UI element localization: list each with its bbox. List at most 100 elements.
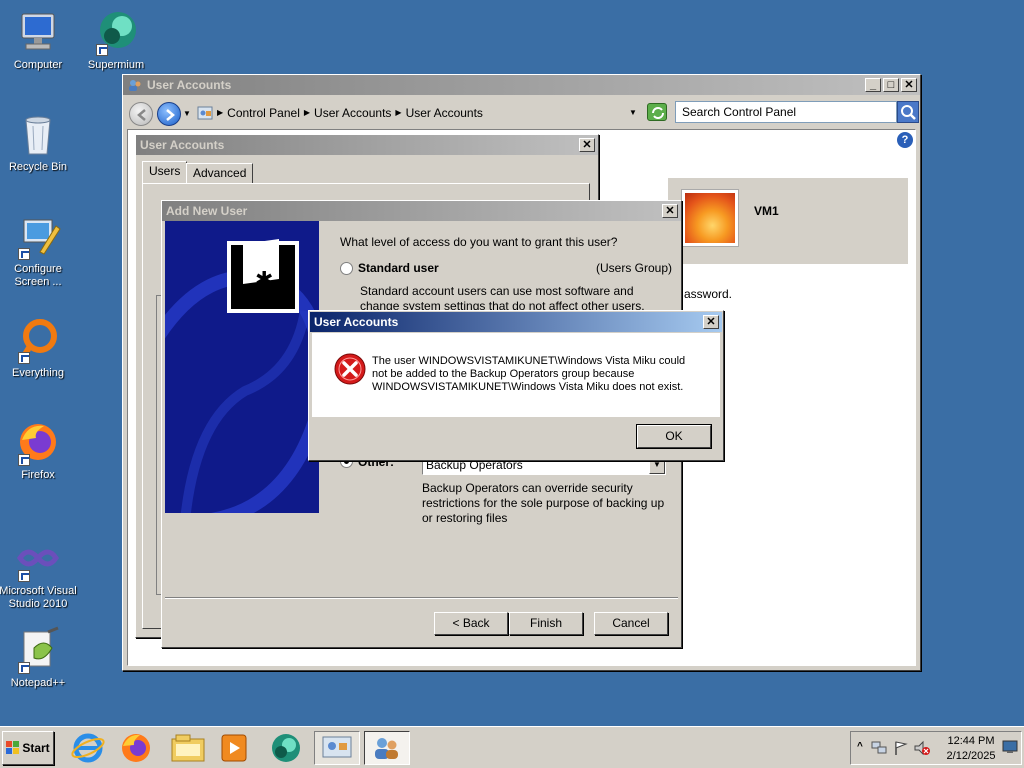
ok-button[interactable]: OK	[636, 424, 712, 449]
other-description: Backup Operators can override security r…	[422, 481, 665, 525]
supermium-icon	[92, 8, 140, 56]
taskbar: Start ^ 12:44 PM 2/12/2025	[0, 726, 1024, 768]
address-dropdown-icon[interactable]: ▼	[629, 108, 637, 117]
wizard-titlebar[interactable]: Add New User ✕	[162, 201, 681, 221]
desktop-icon-label: Microsoft Visual Studio 2010	[0, 585, 77, 610]
account-picture	[682, 190, 738, 246]
error-dialog: User Accounts ✕ The user WINDOWSVISTAMIK…	[308, 310, 724, 461]
notepadpp-icon	[14, 626, 62, 674]
desktop-icon-recycle-bin[interactable]: Recycle Bin	[0, 110, 78, 174]
breadcrumb-item[interactable]: User Accounts	[406, 103, 483, 123]
control-panel-icon	[197, 105, 213, 121]
taskbar-supermium[interactable]	[266, 731, 306, 765]
history-dropdown-icon[interactable]: ▼	[183, 109, 191, 118]
search-icon	[901, 105, 916, 120]
taskbar-firefox[interactable]	[116, 731, 156, 765]
desktop-icon-label: Notepad++	[10, 677, 66, 689]
standard-user-label[interactable]: Standard user	[358, 261, 439, 275]
desktop-icon-visual-studio[interactable]: Microsoft Visual Studio 2010	[0, 534, 78, 611]
desktop-icon-label: Recycle Bin	[8, 161, 68, 173]
clock-time[interactable]: 12:44 PM	[945, 735, 997, 747]
shortcut-arrow-icon	[18, 570, 30, 582]
desktop-icon-label: Everything	[12, 367, 64, 379]
desktop-icon-label: Configure Screen ...	[14, 263, 62, 288]
desktop-icon-notepadpp[interactable]: Notepad++	[0, 626, 78, 690]
desktop-icon-computer[interactable]: Computer	[0, 8, 78, 72]
account-name: VM1	[754, 204, 779, 218]
breadcrumb-item[interactable]: Control Panel	[227, 103, 300, 123]
start-button[interactable]: Start	[2, 731, 54, 765]
chevron-icon[interactable]: ▶	[395, 103, 401, 123]
shortcut-arrow-icon	[18, 352, 30, 364]
tab-users[interactable]: Users	[142, 161, 188, 184]
shortcut-arrow-icon	[18, 662, 30, 674]
account-tile[interactable]: VM1	[668, 178, 908, 264]
desktop-icon-label: Supermium	[87, 59, 145, 71]
dialog-title: User Accounts	[140, 138, 225, 152]
maximize-button[interactable]: □	[883, 78, 899, 92]
start-label: Start	[22, 741, 50, 755]
show-desktop-button[interactable]	[1002, 740, 1018, 754]
standard-user-radio[interactable]	[340, 262, 353, 275]
action-center-flag-icon[interactable]	[893, 740, 909, 756]
back-arrow-icon	[137, 109, 146, 121]
taskbar-user-accounts[interactable]	[364, 731, 410, 765]
visual-studio-icon	[14, 534, 62, 582]
close-button[interactable]: ✕	[703, 315, 719, 329]
cancel-button[interactable]: Cancel	[594, 612, 668, 635]
desktop-icon-supermium[interactable]: Supermium	[76, 8, 156, 72]
taskbar-file-explorer[interactable]	[168, 731, 208, 765]
close-button[interactable]: ✕	[662, 204, 678, 218]
show-desktop-icon	[1002, 740, 1018, 753]
breadcrumb-item[interactable]: User Accounts	[314, 103, 391, 123]
close-button[interactable]: ✕	[579, 138, 595, 152]
search-button[interactable]	[897, 101, 919, 123]
recycle-bin-icon	[14, 110, 62, 158]
taskbar-media-player[interactable]	[214, 731, 254, 765]
system-tray: ^ 12:44 PM 2/12/2025	[850, 731, 1022, 765]
clock-date[interactable]: 2/12/2025	[941, 750, 1001, 762]
close-button[interactable]: ✕	[901, 78, 917, 92]
folder-icon	[171, 734, 205, 762]
chevron-icon[interactable]: ▶	[304, 103, 310, 123]
window-titlebar[interactable]: User Accounts _ □ ✕	[123, 75, 920, 95]
search-input[interactable]: Search Control Panel	[675, 101, 897, 123]
taskbar-control-panel[interactable]	[314, 731, 360, 765]
desktop-icon-configure-screen[interactable]: Configure Screen ...	[0, 212, 78, 289]
desktop-icon-firefox[interactable]: Firefox	[0, 418, 78, 482]
shortcut-arrow-icon	[96, 44, 108, 56]
chevron-icon[interactable]: ▶	[217, 103, 223, 123]
windows-logo-icon	[6, 741, 20, 754]
everything-icon	[14, 316, 62, 364]
user-accounts-icon	[127, 78, 143, 92]
back-button[interactable]: < Back	[434, 612, 508, 635]
minimize-button[interactable]: _	[865, 78, 881, 92]
desktop-icon-everything[interactable]: Everything	[0, 316, 78, 380]
refresh-button[interactable]	[647, 103, 667, 121]
internet-explorer-icon	[71, 733, 105, 763]
network-icon[interactable]	[871, 741, 887, 755]
tab-advanced[interactable]: Advanced	[186, 163, 254, 184]
address-bar: ▼ ▶ Control Panel ▶ User Accounts ▶ User…	[127, 99, 919, 127]
configure-screen-icon	[14, 212, 62, 260]
wizard-title: Add New User	[166, 204, 248, 218]
error-titlebar[interactable]: User Accounts ✕	[310, 312, 722, 332]
volume-muted-icon[interactable]	[913, 740, 931, 756]
shortcut-arrow-icon	[18, 454, 30, 466]
user-accounts-icon	[375, 738, 398, 759]
wizard-decoration-icon: ✱	[165, 238, 319, 513]
show-hidden-icons-button[interactable]: ^	[857, 741, 863, 752]
help-button[interactable]: ?	[897, 132, 913, 148]
refresh-icon	[652, 107, 664, 119]
dialog-titlebar[interactable]: User Accounts ✕	[136, 135, 598, 155]
back-button[interactable]	[129, 102, 153, 126]
desktop-icon-label: Computer	[13, 59, 63, 71]
window-title: User Accounts	[147, 78, 232, 92]
password-text: assword.	[684, 287, 733, 301]
error-message: The user WINDOWSVISTAMIKUNET\Windows Vis…	[372, 355, 686, 393]
forward-button[interactable]	[157, 102, 181, 126]
computer-icon	[14, 8, 62, 56]
taskbar-internet-explorer[interactable]	[68, 731, 108, 765]
finish-button[interactable]: Finish	[509, 612, 583, 635]
svg-text:✱: ✱	[255, 268, 273, 293]
